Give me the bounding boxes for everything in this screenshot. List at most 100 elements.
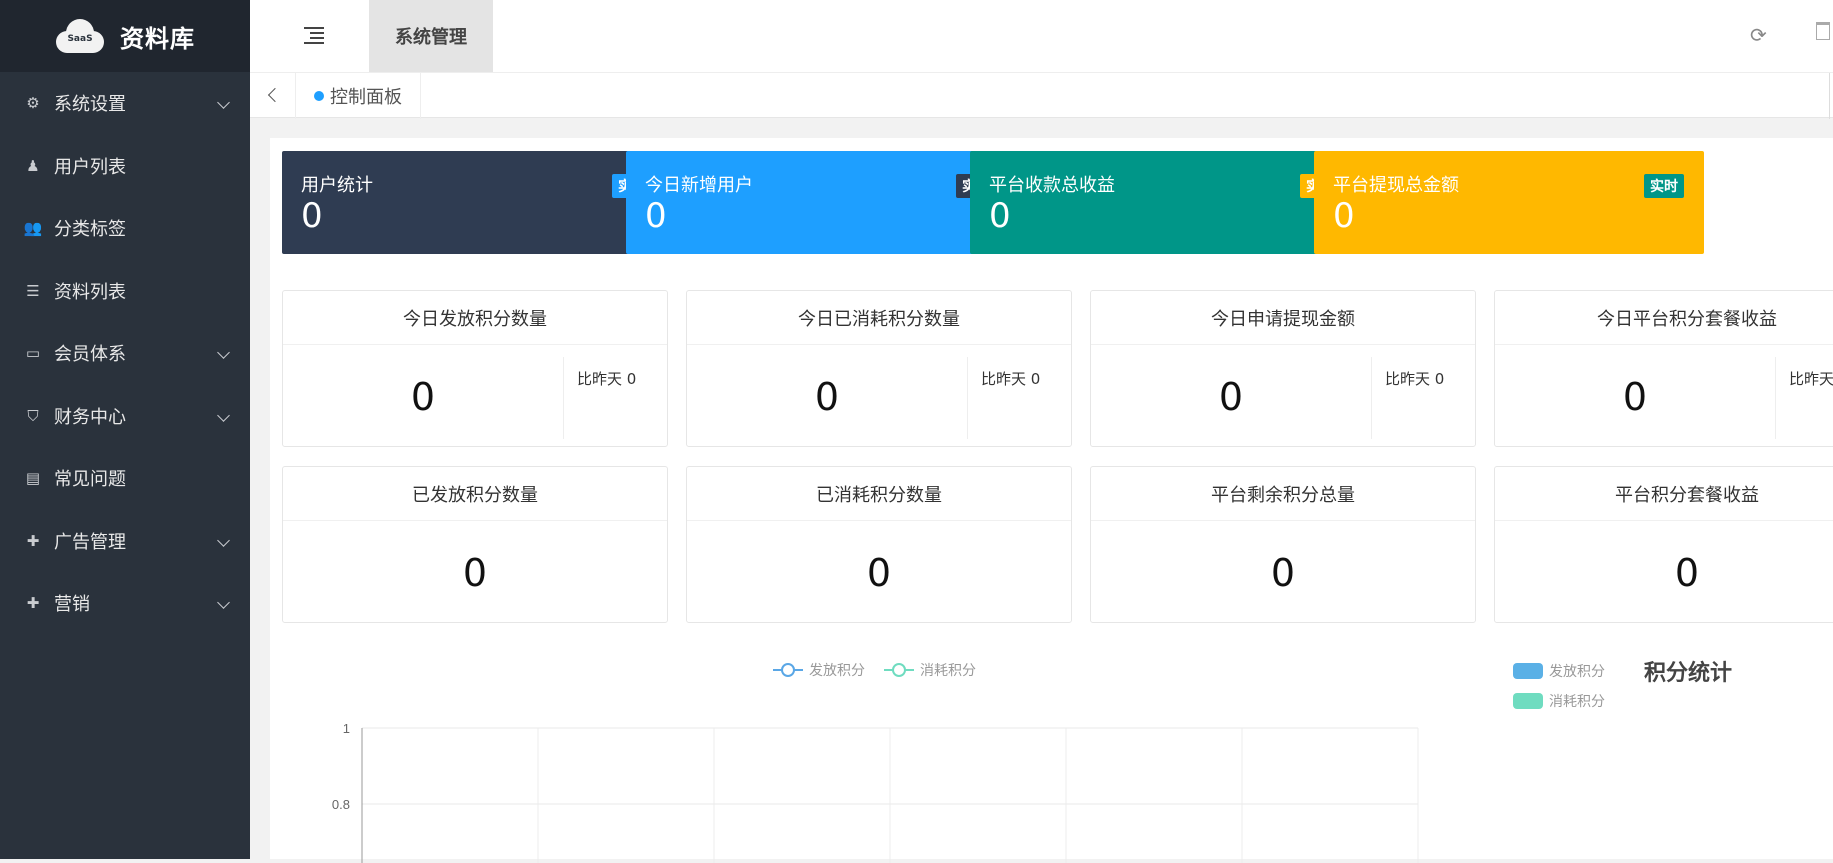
sidebar-item-label: 分类标签 (54, 219, 126, 241)
chevron-down-icon (217, 96, 230, 109)
card-value: 0 (1270, 551, 1296, 595)
sidebar-menu: ⚙ 系统设置 ♟ 用户列表 👥 分类标签 ☰ 资料列表 ▭ 会员体系 ⛉ 财务中心 ▤ 常见问题 ✚ 广告管理… (0, 72, 250, 635)
stat-card-title: 平台提现总金额 (1333, 175, 1459, 196)
card-title: 今日已消耗积分数量 (687, 291, 1071, 345)
sidebar-item-9[interactable]: ✚ 营销 (0, 572, 250, 635)
refresh-icon[interactable]: ⟳ (1750, 23, 1767, 47)
stat-card-title: 今日新增用户 (645, 175, 753, 196)
legend-issued[interactable]: 发放积分 (773, 660, 865, 680)
card-value: 0 (462, 551, 488, 595)
stat-card-value: 0 (301, 196, 323, 236)
tab-dashboard[interactable]: 控制面板 (296, 73, 421, 119)
legend-issued-label: 发放积分 (809, 663, 865, 679)
card-title: 平台剩余积分总量 (1091, 467, 1475, 521)
stat-card-title: 用户统计 (301, 175, 373, 196)
chevron-down-icon (217, 346, 230, 359)
total-card-3: 平台剩余积分总量 0 (1090, 466, 1476, 623)
stat-card-4: 平台提现总金额 0 实时 (1314, 151, 1704, 254)
compare-yesterday: 比昨天 0 (1385, 370, 1445, 388)
card-divider (563, 357, 564, 439)
today-card-1: 今日发放积分数量 0 比昨天 0 (282, 290, 668, 447)
puzzle-icon: ✚ (26, 531, 40, 550)
user-icon: ♟ (26, 156, 40, 175)
bar-legend-issued[interactable]: 发放积分 (1513, 661, 1605, 681)
stat-card-1: 用户统计0实时 (282, 151, 672, 254)
bar-chart-title: 积分统计 (1644, 661, 1733, 686)
shield-icon: ⛉ (27, 406, 39, 425)
sidebar-item-label: 财务中心 (54, 406, 126, 428)
users-icon: 👥 (23, 219, 43, 238)
bar-legend-issued-label: 发放积分 (1549, 664, 1605, 680)
card-title: 已消耗积分数量 (687, 467, 1071, 521)
cloud-logo-icon: SaaS (56, 19, 104, 53)
sidebar-item-6[interactable]: ⛉ 财务中心 (0, 385, 250, 448)
card-value: 0 (866, 551, 892, 595)
y-tick-label: 0.8 (332, 797, 350, 812)
card-icon: ▭ (25, 344, 41, 363)
sidebar-item-label: 系统设置 (54, 94, 126, 116)
stat-card-title: 平台收款总收益 (989, 175, 1115, 196)
card-value: 0 (1218, 375, 1244, 419)
compare-yesterday: 比昨天 0 (981, 370, 1041, 388)
stat-card-value: 0 (989, 196, 1011, 236)
menu-toggle-icon[interactable] (304, 27, 324, 44)
stat-card-value: 0 (1333, 196, 1355, 236)
compare-yesterday: 比昨天 0 (1789, 370, 1833, 388)
sidebar-item-label: 营销 (54, 594, 90, 616)
legend-consumed[interactable]: 消耗积分 (884, 660, 976, 680)
stat-card-3: 平台收款总收益0实时 (970, 151, 1360, 254)
sidebar-item-3[interactable]: 👥 分类标签 (0, 197, 250, 260)
sidebar-item-1[interactable]: ⚙ 系统设置 (0, 72, 250, 135)
card-divider (967, 357, 968, 439)
tabbar-scroll-edge (1829, 73, 1833, 119)
compare-yesterday: 比昨天 0 (577, 370, 637, 388)
page-tabbar: 控制面板 (250, 72, 1833, 119)
card-value: 0 (410, 375, 436, 419)
tab-back-button[interactable] (250, 73, 296, 119)
tab-dashboard-label: 控制面板 (330, 87, 402, 108)
tab-system-management[interactable]: 系统管理 (369, 0, 493, 72)
legend-consumed-label: 消耗积分 (920, 663, 976, 679)
list-icon: ☰ (26, 281, 40, 300)
today-card-4: 今日平台积分套餐收益 0 比昨天 0 (1494, 290, 1833, 447)
sidebar-item-7[interactable]: ▤ 常见问题 (0, 447, 250, 510)
card-title: 今日申请提现金额 (1091, 291, 1475, 345)
sidebar-item-label: 常见问题 (54, 469, 126, 491)
sidebar-item-5[interactable]: ▭ 会员体系 (0, 322, 250, 385)
stat-card-2: 今日新增用户0实时 (626, 151, 1016, 254)
line-chart: 10.8 (332, 721, 1419, 863)
y-tick-label: 1 (343, 721, 350, 736)
newspaper-icon: ▤ (25, 469, 41, 488)
chevron-down-icon (217, 596, 230, 609)
logo-saas-text: SaaS (67, 34, 93, 44)
sidebar-item-4[interactable]: ☰ 资料列表 (0, 260, 250, 323)
sidebar-item-label: 用户列表 (54, 156, 126, 178)
sidebar-item-label: 资料列表 (54, 281, 126, 303)
gears-icon: ⚙ (26, 94, 40, 113)
card-title: 今日发放积分数量 (283, 291, 667, 345)
bar-legend-consumed-label: 消耗积分 (1549, 694, 1605, 710)
card-value: 0 (1622, 375, 1648, 419)
puzzle-icon: ✚ (26, 594, 40, 613)
top-header: 系统管理 ⟳ (250, 0, 1833, 72)
logo-bar: SaaS 资料库 (0, 0, 250, 72)
total-card-4: 平台积分套餐收益 0 (1494, 466, 1833, 623)
total-card-1: 已发放积分数量 0 (282, 466, 668, 623)
card-value: 0 (1674, 551, 1700, 595)
sidebar-item-2[interactable]: ♟ 用户列表 (0, 135, 250, 198)
card-divider (1775, 357, 1776, 439)
card-divider (1371, 357, 1372, 439)
sidebar-item-8[interactable]: ✚ 广告管理 (0, 510, 250, 573)
today-card-2: 今日已消耗积分数量 0 比昨天 0 (686, 290, 1072, 447)
stat-card-value: 0 (645, 196, 667, 236)
card-title: 今日平台积分套餐收益 (1495, 291, 1833, 345)
active-dot-icon (314, 91, 324, 101)
app-title: 资料库 (120, 24, 195, 53)
today-card-3: 今日申请提现金额 0 比昨天 0 (1090, 290, 1476, 447)
bar-legend-consumed[interactable]: 消耗积分 (1513, 691, 1605, 711)
sidebar: SaaS 资料库 ⚙ 系统设置 ♟ 用户列表 👥 分类标签 ☰ 资料列表 ▭ 会员体系 ⛉ 财务中心 ▤… (0, 0, 250, 859)
card-value: 0 (814, 375, 840, 419)
card-title: 平台积分套餐收益 (1495, 467, 1833, 521)
total-card-2: 已消耗积分数量 0 (686, 466, 1072, 623)
trash-icon[interactable] (1816, 22, 1830, 40)
